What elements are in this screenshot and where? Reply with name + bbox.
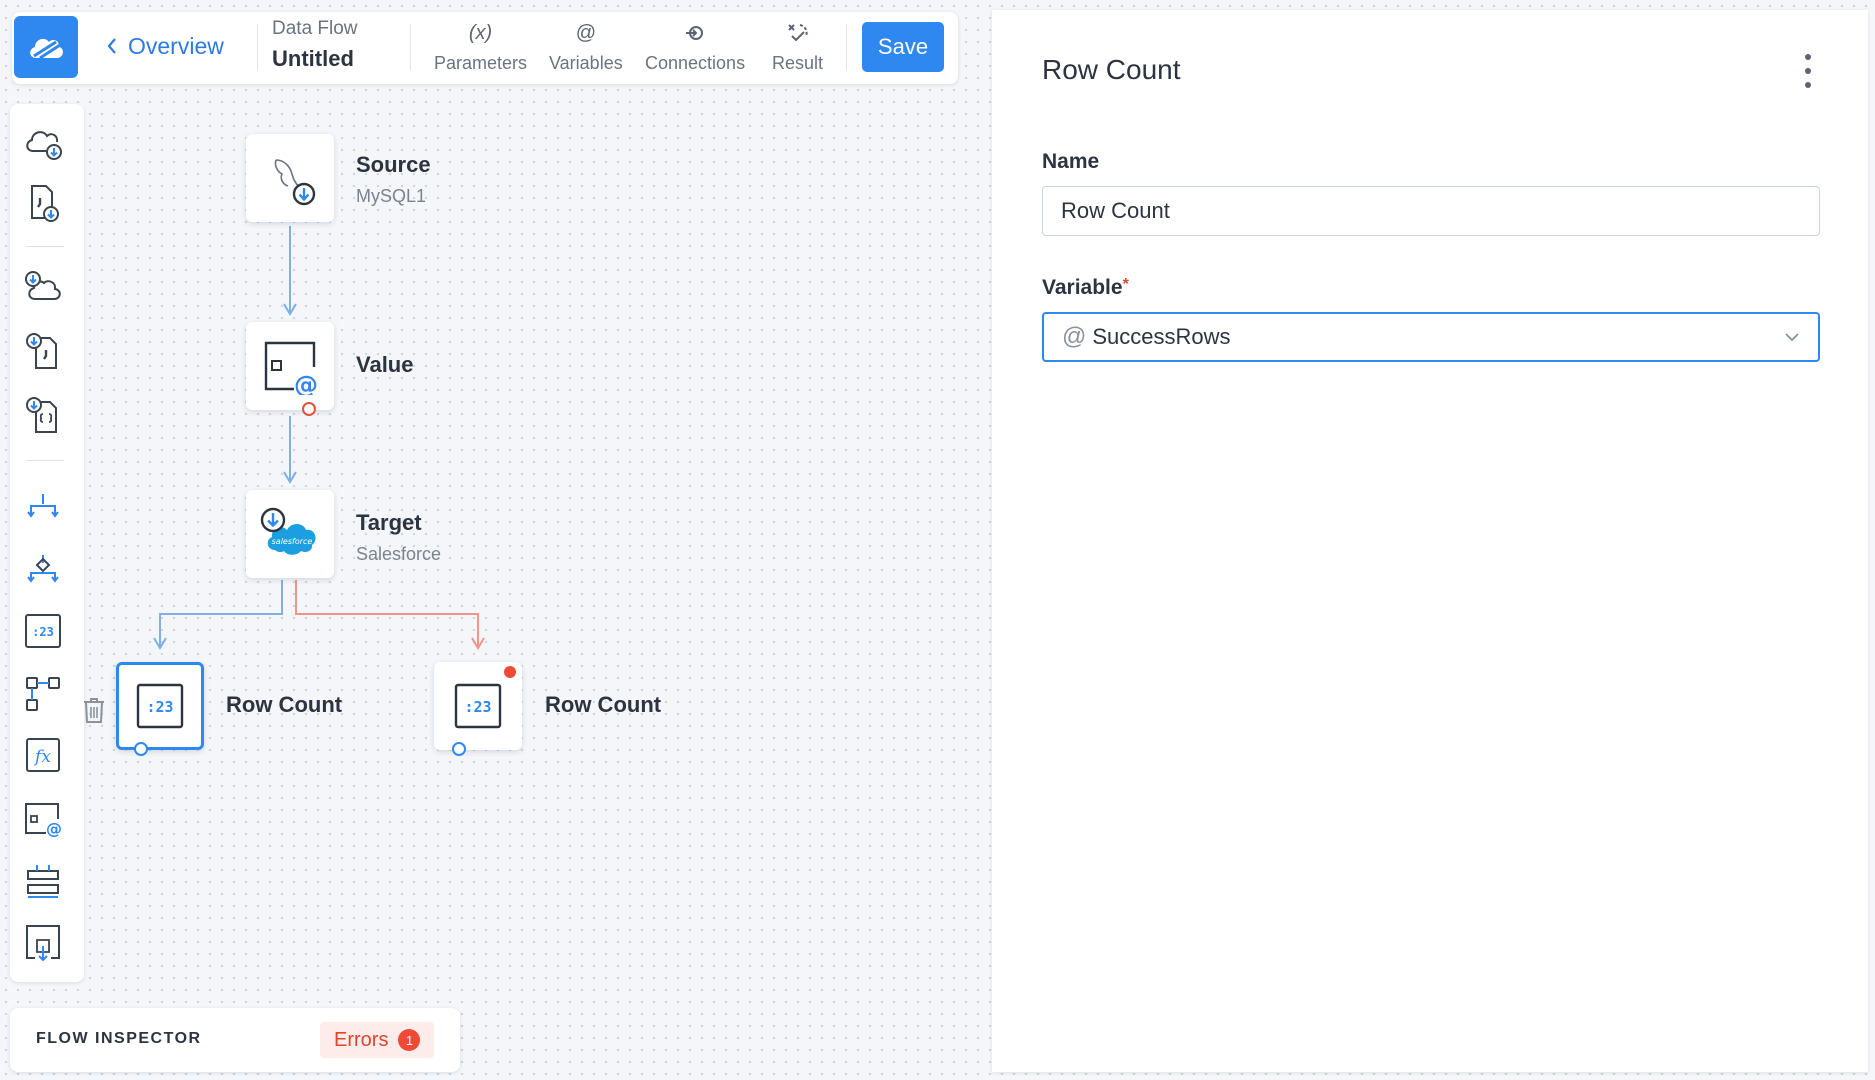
svg-text::23: :23 [146, 698, 173, 716]
row-count-icon: :23 [136, 683, 184, 729]
kebab-dot [1805, 68, 1811, 74]
mysql-source-icon [274, 159, 316, 206]
svg-text:@: @ [294, 371, 318, 395]
value-error-port[interactable] [302, 402, 316, 416]
row-count-1-title: Row Count [226, 692, 343, 717]
delete-node-button[interactable] [82, 696, 106, 729]
kebab-dot [1805, 82, 1811, 88]
value-node-label: Value [356, 352, 413, 378]
name-input[interactable] [1042, 186, 1820, 236]
salesforce-target-icon: salesforce [260, 507, 316, 555]
target-node-label: Target Salesforce [356, 510, 441, 565]
variable-select-value: SuccessRows [1092, 324, 1231, 349]
row-count-1-output-port[interactable] [134, 742, 148, 756]
node-error-indicator [504, 666, 516, 678]
source-node-label: Source MySQL1 [356, 152, 431, 207]
errors-count-badge: 1 [398, 1029, 421, 1051]
required-mark: * [1122, 276, 1129, 293]
svg-text:salesforce: salesforce [272, 537, 313, 546]
variable-field-label: Variable* [1042, 276, 1129, 300]
trash-icon [84, 698, 104, 723]
link-target-success [153, 580, 283, 650]
row-count-2-output-port[interactable] [452, 742, 466, 756]
more-options-button[interactable] [1796, 54, 1820, 88]
variable-select[interactable]: @ SuccessRows [1042, 312, 1820, 362]
variable-label-text: Variable [1042, 276, 1123, 299]
value-node-title: Value [356, 352, 414, 377]
source-node-title: Source [356, 152, 431, 177]
source-node[interactable] [246, 134, 334, 222]
row-count-node-selected[interactable]: :23 [116, 662, 204, 750]
link-value-to-target [283, 416, 297, 484]
value-node[interactable]: @ [246, 322, 334, 410]
errors-label: Errors [334, 1028, 389, 1051]
properties-panel: Row Count Name Variable* @ SuccessRows [992, 10, 1868, 1072]
row-count-1-label: Row Count [226, 692, 342, 718]
svg-text::23: :23 [464, 698, 491, 716]
flow-inspector-label: FLOW INSPECTOR [36, 1030, 202, 1047]
target-node-title: Target [356, 510, 422, 535]
flow-inspector-bar: FLOW INSPECTOR Errors 1 [10, 1008, 460, 1072]
link-target-error [295, 580, 485, 650]
row-count-2-title: Row Count [545, 692, 662, 717]
target-node-subtitle: Salesforce [356, 544, 442, 564]
chevron-down-icon [1785, 333, 1799, 342]
panel-title: Row Count [1042, 54, 1181, 85]
link-source-to-value [283, 226, 297, 316]
row-count-2-label: Row Count [545, 692, 661, 718]
kebab-dot [1805, 54, 1811, 60]
value-icon: @ [264, 341, 318, 395]
flow-connections [153, 226, 485, 650]
source-node-subtitle: MySQL1 [356, 186, 427, 206]
target-node[interactable]: salesforce [246, 490, 334, 578]
row-count-icon: :23 [454, 683, 502, 729]
name-field-label: Name [1042, 150, 1100, 173]
errors-button[interactable]: Errors 1 [320, 1022, 435, 1058]
at-icon: @ [1062, 323, 1087, 350]
